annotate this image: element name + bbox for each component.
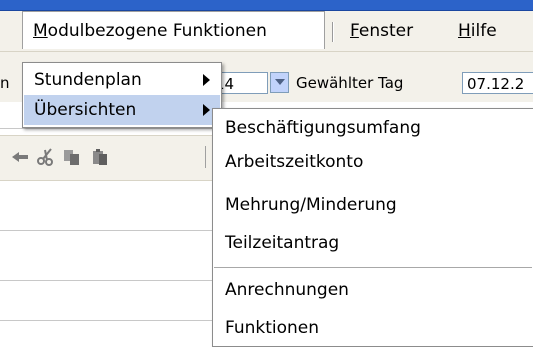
menu-item-beschaeftigungsumfang[interactable]: Beschäftigungsumfang: [214, 113, 532, 143]
menu-hilfe-mnemonic: H: [458, 21, 471, 41]
submenu-uebersichten: Beschäftigungsumfang Arbeitszeitkonto Me…: [212, 108, 533, 347]
toolbar-separator: [205, 146, 206, 168]
menu-modul-mnemonic: M: [33, 21, 48, 41]
selected-day-label: Gewählter Tag: [296, 74, 404, 92]
menu-divider: [214, 267, 532, 268]
truncated-label: nl: [0, 74, 10, 92]
submenu-arrow-icon: [203, 74, 210, 86]
menu-hilfe-label: ilfe: [470, 21, 497, 41]
menu-item-stundenplan[interactable]: Stundenplan: [24, 65, 220, 95]
paste-icon[interactable]: [90, 148, 110, 166]
window-titlebar: [0, 0, 533, 11]
menu-modulbezogene-funktionen[interactable]: Modulbezogene Funktionen: [22, 11, 325, 49]
menu-item-arbeitszeitkonto[interactable]: Arbeitszeitkonto: [214, 147, 532, 177]
menu-item-mehrung-minderung[interactable]: Mehrung/Minderung: [214, 190, 532, 220]
submenu-modulbezogene-funktionen: Stundenplan Übersichten: [22, 62, 222, 128]
menu-fenster[interactable]: Fenster: [342, 11, 421, 51]
menu-hilfe[interactable]: Hilfe: [450, 11, 505, 51]
menu-separator: [332, 22, 334, 42]
menu-item-uebersichten[interactable]: Übersichten: [24, 95, 220, 125]
menu-item-teilzeitantrag[interactable]: Teilzeitantrag: [214, 228, 532, 258]
menu-item-stundenplan-label: Stundenplan: [34, 70, 142, 90]
menu-fenster-mnemonic: F: [350, 21, 359, 41]
menu-item-anrechnungen[interactable]: Anrechnungen: [214, 275, 532, 305]
combobox-dropdown-icon[interactable]: [270, 72, 289, 93]
menu-item-funktionen[interactable]: Funktionen: [214, 313, 532, 343]
copy-icon[interactable]: [62, 148, 82, 166]
menu-modul-label: odulbezogene Funktionen: [47, 21, 267, 41]
submenu-arrow-icon: [203, 104, 210, 116]
menu-item-uebersichten-label: Übersichten: [34, 100, 137, 120]
menu-fenster-label: enster: [358, 21, 414, 41]
selected-day-field[interactable]: 07.12.2: [462, 72, 533, 94]
cut-icon[interactable]: [36, 148, 56, 166]
back-arrow-icon[interactable]: [10, 148, 30, 166]
